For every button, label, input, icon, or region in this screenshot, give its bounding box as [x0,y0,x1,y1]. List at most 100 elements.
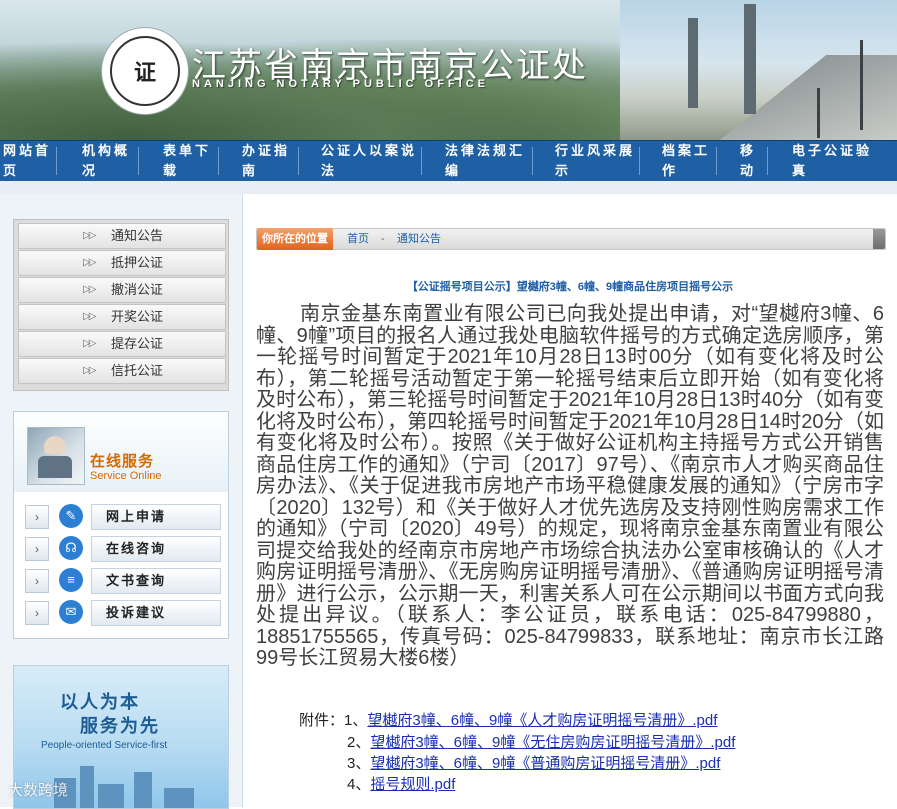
service-label: 网上申请 [91,504,221,530]
menu-item-label: 信托公证 [111,363,164,378]
nav-home[interactable]: 网站首页 [3,141,53,181]
nav-divider [532,147,533,175]
lamp-post [817,88,820,138]
nav-label: 作 [662,163,679,178]
nav-label: 法 [321,163,338,178]
attachment-link[interactable]: 望樾府3幢、6幢、9幢《无住房购房证明摇号清册》.pdf [370,734,735,751]
breadcrumb-current-link[interactable]: 通知公告 [397,229,441,249]
online-service-title: 在线服务 [90,453,155,470]
service-complaint[interactable]: › ✉ 投诉建议 [25,600,221,626]
attachment-link[interactable]: 望樾府3幢、6幢、9幢《人才购房证明摇号清册》.pdf [367,712,717,729]
header-banner: 证 江苏省南京市南京公证处 NANJING NOTARY PUBLIC OFFI… [0,0,897,140]
nav-forms[interactable]: 表单下载 [163,141,221,181]
nav-label: 真 [792,163,809,178]
nav-label: 动 [740,163,757,178]
chevron-right-icon: › [25,537,49,561]
double-arrow-icon: ▷▷ [83,284,96,295]
breadcrumb-end-cap [873,229,885,249]
nav-divider [767,147,768,175]
document-icon: ≡ [59,568,83,592]
nav-divider [639,147,640,175]
slogan-english: People-oriented Service-first [41,740,168,751]
service-document-query[interactable]: › ≡ 文书查询 [25,568,221,594]
bridge-tower [688,18,698,108]
attachment-row: 附件：1、望樾府3幢、6幢、9幢《人才购房证明摇号清册》.pdf [299,709,717,730]
menu-item-lottery[interactable]: ▷▷ 开奖公证 [18,304,226,330]
slogan-line-1: 以人为本 [60,692,140,712]
double-arrow-icon: ▷▷ [83,230,96,241]
building-graphic [80,766,94,808]
chevron-right-icon: › [25,601,49,625]
online-service-panel: 在线服务 Service Online › ✎ 网上申请 › ☊ 在线咨询 › … [13,411,229,639]
double-arrow-icon: ▷▷ [83,365,96,376]
chevron-right-icon: › [25,569,49,593]
headset-icon: ☊ [59,536,83,560]
nav-verify[interactable]: 电子公证验真 [792,141,895,181]
nav-divider [716,147,717,175]
nav-guide[interactable]: 办证指南 [242,141,300,181]
building-graphic [98,784,124,808]
online-service-header: 在线服务 Service Online [14,412,228,492]
location-label: 你所在的位置 [257,228,333,250]
nav-label: 表单下 [163,143,212,158]
nav-divider [298,147,299,175]
bridge-tower [744,4,756,114]
menu-item-revocation[interactable]: ▷▷ 撤消公证 [18,277,226,303]
service-online-apply[interactable]: › ✎ 网上申请 [25,504,221,530]
attachments-label: 附件： [299,712,345,729]
notary-logo: 证 [102,28,188,114]
slogan-line-2: 服务为先 [80,716,160,736]
article-title: 【公证摇号项目公示】望樾府3幢、6幢、9幢商品住房项目摇号公示 [406,281,734,293]
nav-divider [56,147,57,175]
attachment-number: 4、 [347,776,371,793]
nav-cases[interactable]: 公证人以案说法 [321,141,426,181]
menu-item-trust[interactable]: ▷▷ 信托公证 [18,358,226,384]
attachment-row: 3、望樾府3幢、6幢、9幢《普通购房证明摇号清册》.pdf [347,752,720,773]
nav-label: 电子公证验 [792,143,873,158]
nav-divider [218,147,219,175]
attachment-number: 3、 [347,755,371,772]
service-online-consult[interactable]: › ☊ 在线咨询 [25,536,221,562]
attachment-link[interactable]: 望樾府3幢、6幢、9幢《普通购房证明摇号清册》.pdf [370,755,720,772]
nav-about[interactable]: 机构概况 [82,141,140,181]
nav-label: 行业风采展 [555,143,636,158]
attachment-number: 2、 [347,734,371,751]
attachment-row: 2、望樾府3幢、6幢、9幢《无住房购房证明摇号清册》.pdf [347,731,735,752]
menu-item-mortgage[interactable]: ▷▷ 抵押公证 [18,250,226,276]
nav-showcase[interactable]: 行业风采展示 [555,141,645,181]
menu-item-label: 撤消公证 [111,282,164,297]
nav-label: 南 [242,163,259,178]
nav-archive[interactable]: 档案工作 [662,141,718,181]
category-menu: ▷▷ 通知公告 ▷▷ 抵押公证 ▷▷ 撤消公证 ▷▷ 开奖公证 ▷▷ 提存公证 ▷▷ 信托公… [13,219,229,391]
nav-label: 法律法规汇 [445,143,526,158]
nav-shadow-band [0,181,897,194]
attachment-link[interactable]: 摇号规则.pdf [370,776,455,793]
watermark: 大数跨境 [8,782,69,799]
building-graphic [164,788,194,808]
menu-item-label: 提存公证 [111,336,164,351]
menu-item-escrow[interactable]: ▷▷ 提存公证 [18,331,226,357]
breadcrumb: 你所在的位置 首页 - 通知公告 [256,228,886,250]
breadcrumb-home-link[interactable]: 首页 [347,229,369,249]
double-arrow-icon: ▷▷ [83,311,96,322]
menu-item-label: 开奖公证 [111,309,164,324]
double-arrow-icon: ▷▷ [83,338,96,349]
online-service-subtitle: Service Online [90,470,162,482]
nav-label: 机构概 [82,143,131,158]
nav-label: 载 [163,163,180,178]
nav-mobile[interactable]: 移动 [740,141,764,181]
sidebar: ▷▷ 通知公告 ▷▷ 抵押公证 ▷▷ 撤消公证 ▷▷ 开奖公证 ▷▷ 提存公证 ▷▷ 信托公… [0,194,243,809]
service-label: 文书查询 [91,568,221,594]
attachment-row: 4、摇号规则.pdf [347,773,455,794]
menu-item-label: 通知公告 [111,228,164,243]
nav-laws[interactable]: 法律法规汇编 [445,141,535,181]
nav-label: 网站首 [3,143,52,158]
nav-divider [421,147,422,175]
menu-item-label: 抵押公证 [111,255,164,270]
nav-label: 编 [445,163,462,178]
service-label: 在线咨询 [91,536,221,562]
nav-label: 档案工 [662,143,711,158]
customer-service-photo [27,427,85,485]
menu-item-notice[interactable]: ▷▷ 通知公告 [18,223,226,249]
service-label: 投诉建议 [91,600,221,626]
